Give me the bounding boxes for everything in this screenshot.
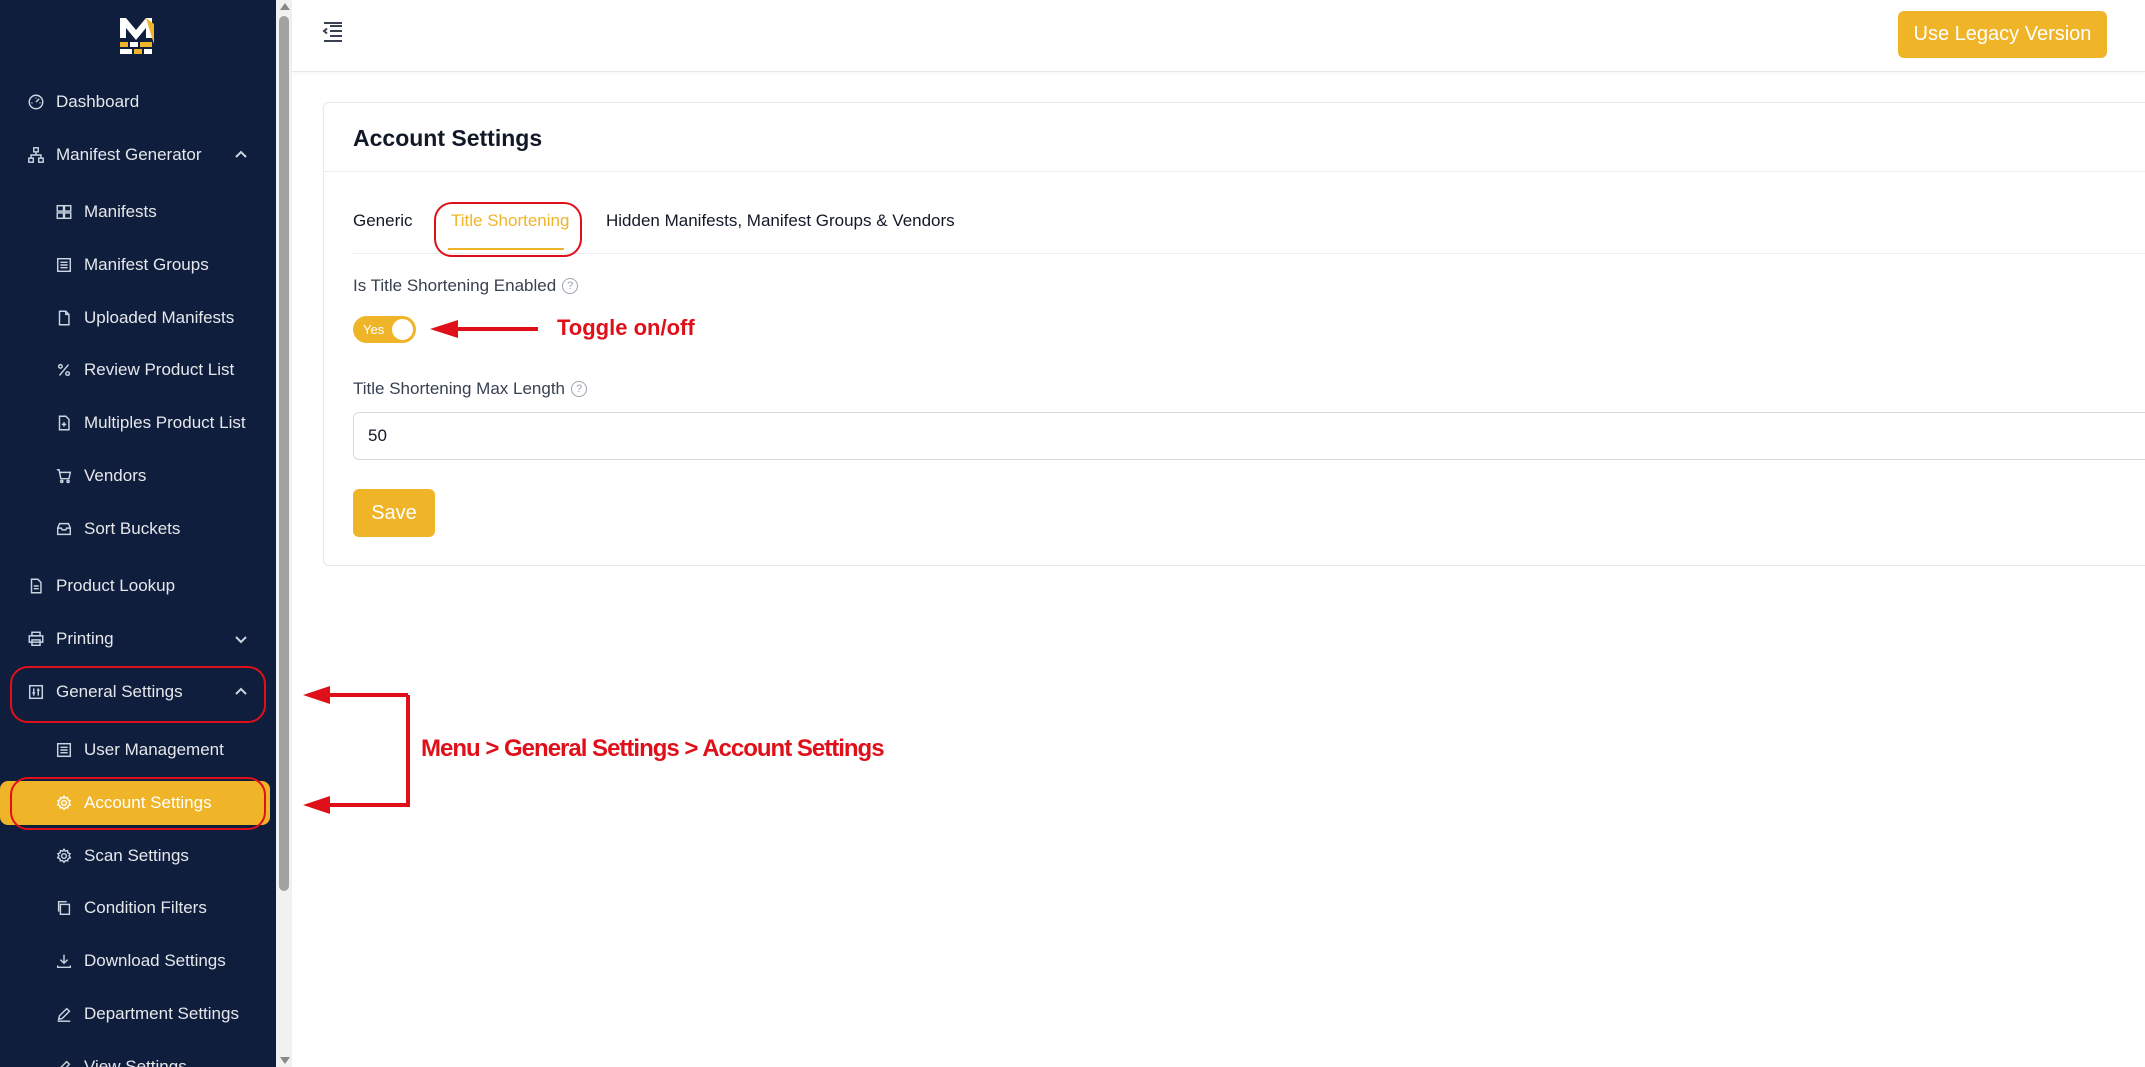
annotation-circle-account-settings: [10, 777, 266, 830]
sidebar-item-label: User Management: [84, 740, 224, 759]
sidebar-item-label: Multiples Product List: [84, 413, 246, 432]
sidebar-item-label: View Settings: [84, 1057, 187, 1067]
field-label-text: Is Title Shortening Enabled: [353, 276, 557, 295]
sidebar-item-download-settings[interactable]: Download Settings: [0, 939, 276, 983]
question-circle-icon[interactable]: ?: [562, 278, 579, 294]
chevron-up-icon: [232, 146, 250, 164]
edit-icon: [54, 1004, 74, 1024]
annotation-menu-path: Menu > General Settings > Account Settin…: [421, 735, 885, 762]
tab-hidden-manifests[interactable]: Hidden Manifests, Manifest Groups & Vend…: [606, 211, 955, 231]
scroll-down-arrow-icon[interactable]: [280, 1057, 290, 1064]
gauge-icon: [26, 92, 46, 112]
sidebar-item-product-lookup[interactable]: Product Lookup: [0, 564, 276, 608]
sidebar-item-scan-settings[interactable]: Scan Settings: [0, 834, 276, 878]
sidebar-item-label: Condition Filters: [84, 898, 207, 917]
sidebar-item-manifest-generator[interactable]: Manifest Generator: [0, 133, 276, 177]
app-window: Dashboard Manifest Generator Manifests M…: [0, 0, 2145, 1067]
toggle-state-text: Yes: [363, 322, 385, 337]
copy-icon: [54, 898, 74, 918]
tab-generic[interactable]: Generic: [353, 211, 413, 231]
download-icon: [54, 951, 74, 971]
field-label-text: Title Shortening Max Length: [353, 379, 565, 398]
sidebar: Dashboard Manifest Generator Manifests M…: [0, 0, 276, 1067]
sidebar-item-uploaded-manifests[interactable]: Uploaded Manifests: [0, 296, 276, 340]
use-legacy-version-button[interactable]: Use Legacy Version: [1898, 11, 2107, 58]
annotation-circle-general-settings: [10, 666, 266, 723]
sitemap-icon: [26, 145, 46, 165]
sidebar-item-vendors[interactable]: Vendors: [0, 454, 276, 498]
bracket-lower-arrow-icon: [303, 796, 330, 814]
brand-logo-icon[interactable]: [116, 14, 156, 58]
gear-icon: [54, 846, 74, 866]
sidebar-item-condition-filters[interactable]: Condition Filters: [0, 886, 276, 930]
bracket-lower-line: [320, 695, 410, 807]
menu-collapse-icon[interactable]: [320, 20, 346, 46]
bracket-upper-arrow-icon: [303, 686, 330, 704]
annotation-toggle-note: Toggle on/off: [557, 315, 695, 340]
printer-icon: [26, 629, 46, 649]
inbox-icon: [54, 519, 74, 539]
sidebar-item-label: Scan Settings: [84, 846, 189, 865]
sidebar-item-label: Download Settings: [84, 951, 226, 970]
title-shortening-toggle[interactable]: Yes: [353, 316, 416, 343]
sidebar-item-review-product-list[interactable]: Review Product List: [0, 348, 276, 392]
save-button[interactable]: Save: [353, 489, 435, 537]
toggle-knob: [392, 319, 413, 340]
sidebar-item-printing[interactable]: Printing: [0, 617, 276, 661]
sidebar-item-label: Review Product List: [84, 360, 235, 379]
file-icon: [54, 308, 74, 328]
sidebar-scrollbar[interactable]: [276, 0, 292, 1067]
sidebar-item-sort-buckets[interactable]: Sort Buckets: [0, 507, 276, 551]
chevron-down-icon: [232, 630, 250, 648]
sidebar-item-label: Printing: [56, 629, 114, 648]
sidebar-item-multiples-product-list[interactable]: Multiples Product List: [0, 401, 276, 445]
sidebar-item-manifests[interactable]: Manifests: [0, 190, 276, 234]
max-length-input[interactable]: [353, 412, 2145, 460]
file-plus-icon: [54, 413, 74, 433]
edit-icon: [54, 1057, 74, 1067]
sidebar-item-label: Vendors: [84, 466, 147, 485]
annotation-circle-title-tab: [434, 202, 582, 257]
sidebar-item-label: Manifest Groups: [84, 255, 209, 274]
sidebar-item-view-settings[interactable]: View Settings: [0, 1045, 276, 1067]
sidebar-item-label: Manifests: [84, 202, 157, 221]
scroll-up-arrow-icon[interactable]: [280, 3, 290, 10]
tabs-divider: [353, 253, 2145, 254]
question-circle-icon[interactable]: ?: [571, 381, 587, 397]
sidebar-item-label: Dashboard: [56, 92, 140, 111]
cart-icon: [54, 466, 74, 486]
document-icon: [26, 576, 46, 596]
sidebar-item-label: Uploaded Manifests: [84, 308, 235, 327]
page-title: Account Settings: [353, 125, 543, 151]
boxes-icon: [54, 202, 74, 222]
title-shortening-enabled-label: Is Title Shortening Enabled ?: [353, 276, 579, 296]
sidebar-item-label: Manifest Generator: [56, 145, 202, 164]
scrollbar-thumb[interactable]: [279, 16, 289, 891]
top-header: Use Legacy Version: [292, 0, 2145, 72]
card-divider: [324, 171, 2145, 172]
sidebar-item-label: Department Settings: [84, 1004, 239, 1023]
max-length-label: Title Shortening Max Length ?: [353, 379, 587, 399]
sidebar-item-manifest-groups[interactable]: Manifest Groups: [0, 243, 276, 287]
list-box-icon: [54, 255, 74, 275]
sidebar-item-department-settings[interactable]: Department Settings: [0, 992, 276, 1036]
sidebar-item-dashboard[interactable]: Dashboard: [0, 80, 276, 124]
sidebar-item-label: Product Lookup: [56, 576, 176, 595]
sidebar-item-label: Sort Buckets: [84, 519, 181, 538]
list-box-icon: [54, 740, 74, 760]
sidebar-item-user-management[interactable]: User Management: [0, 728, 276, 772]
percent-icon: [54, 360, 74, 380]
